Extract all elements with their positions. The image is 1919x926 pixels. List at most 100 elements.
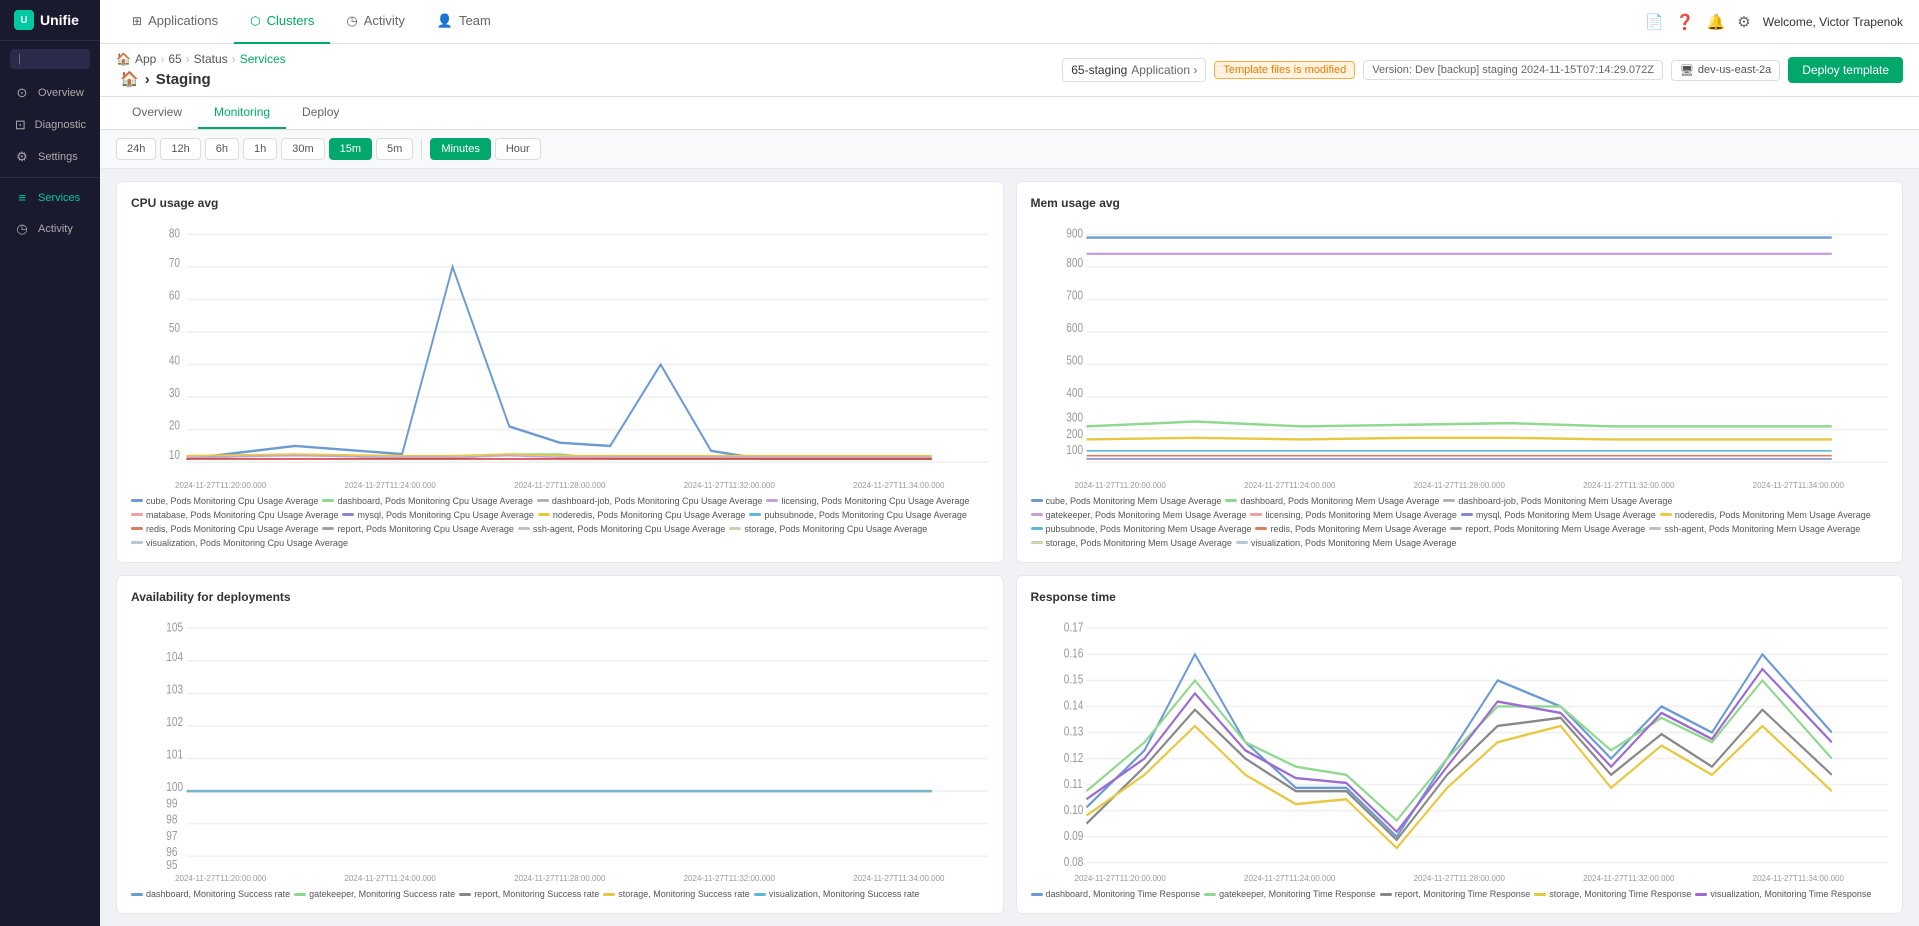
avail-xaxis: 2024-11-27T11:20:00.000 2024-11-27T11:24… bbox=[131, 874, 989, 883]
svg-text:95: 95 bbox=[166, 858, 177, 872]
time-btn-6h[interactable]: 6h bbox=[205, 138, 239, 160]
svg-text:100: 100 bbox=[1066, 443, 1083, 458]
legend-item: matabase, Pods Monitoring Cpu Usage Aver… bbox=[131, 510, 338, 520]
subheader: 🏠 App › 65 › Status › Services 🏠 › Stagi… bbox=[100, 44, 1919, 97]
response-xaxis: 2024-11-27T11:20:00.000 2024-11-27T11:24… bbox=[1031, 874, 1889, 883]
response-chart-card: Response time 0.17 0.16 0.15 0.14 0.13 0… bbox=[1016, 575, 1904, 915]
time-mode-minutes[interactable]: Minutes bbox=[430, 138, 491, 160]
search-input[interactable] bbox=[10, 49, 90, 69]
breadcrumb-app[interactable]: App bbox=[135, 52, 156, 66]
svg-text:70: 70 bbox=[169, 256, 181, 271]
tab-clusters[interactable]: ⬡ Clusters bbox=[234, 0, 330, 44]
cpu-chart-title: CPU usage avg bbox=[131, 196, 989, 210]
legend-item: mysql, Pods Monitoring Cpu Usage Average bbox=[342, 510, 533, 520]
svg-text:0.11: 0.11 bbox=[1063, 776, 1082, 791]
time-btn-30m[interactable]: 30m bbox=[281, 138, 324, 160]
svg-text:20: 20 bbox=[169, 418, 181, 433]
legend-item: dashboard, Pods Monitoring Cpu Usage Ave… bbox=[322, 496, 532, 506]
legend-item: gatekeeper, Monitoring Success rate bbox=[294, 889, 455, 899]
svg-text:103: 103 bbox=[166, 682, 183, 697]
time-btn-1h[interactable]: 1h bbox=[243, 138, 277, 160]
app-logo-icon: U bbox=[14, 10, 34, 30]
cpu-xaxis: 2024-11-27T11:20:00.000 2024-11-27T11:24… bbox=[131, 481, 989, 490]
svg-text:97: 97 bbox=[166, 828, 177, 843]
legend-item: cube, Pods Monitoring Mem Usage Average bbox=[1031, 496, 1222, 506]
tab-deploy[interactable]: Deploy bbox=[286, 97, 355, 129]
tab-team[interactable]: 👤 Team bbox=[421, 0, 507, 44]
legend-item: dashboard, Monitoring Time Response bbox=[1031, 889, 1201, 899]
tab-monitoring[interactable]: Monitoring bbox=[198, 97, 286, 129]
breadcrumb-status[interactable]: Status bbox=[194, 52, 228, 66]
svg-text:800: 800 bbox=[1066, 256, 1083, 271]
legend-item: gatekeeper, Pods Monitoring Mem Usage Av… bbox=[1031, 510, 1247, 520]
topnav-icons: 📄 ❓ 🔔 ⚙ bbox=[1645, 13, 1751, 31]
sidebar-item-activity[interactable]: ◷ Activity bbox=[0, 213, 100, 245]
page-title-area: 🏠 › Staging bbox=[120, 70, 286, 88]
services-icon: ≡ bbox=[14, 190, 30, 205]
sidebar-item-diagnostic[interactable]: ⊡ Diagnostic bbox=[0, 109, 100, 141]
svg-text:0.13: 0.13 bbox=[1063, 724, 1083, 739]
sidebar-item-services-label: Services bbox=[38, 192, 80, 204]
legend-item: storage, Pods Monitoring Cpu Usage Avera… bbox=[729, 524, 927, 534]
sidebar-nav: ⊙ Overview ⊡ Diagnostic ⚙ Settings ≡ Ser… bbox=[0, 77, 100, 926]
legend-item: dashboard-job, Pods Monitoring Mem Usage… bbox=[1443, 496, 1672, 506]
topnav-right-area: 📄 ❓ 🔔 ⚙ Welcome, Victor Trapenok bbox=[1645, 13, 1903, 31]
cpu-chart-card: CPU usage avg 80 70 60 50 40 30 20 10 bbox=[116, 181, 1004, 563]
legend-item: licensing, Pods Monitoring Mem Usage Ave… bbox=[1250, 510, 1456, 520]
availability-chart-area: 105 104 103 102 101 100 99 98 97 96 95 bbox=[131, 612, 989, 873]
tab-applications[interactable]: ⊞ Applications bbox=[116, 0, 234, 44]
availability-chart-legend: dashboard, Monitoring Success rate gatek… bbox=[131, 889, 989, 899]
env-type: Application › bbox=[1131, 63, 1197, 77]
svg-text:0.10: 0.10 bbox=[1063, 802, 1083, 817]
tab-overview[interactable]: Overview bbox=[116, 97, 198, 129]
time-btn-5m[interactable]: 5m bbox=[376, 138, 413, 160]
svg-text:0.15: 0.15 bbox=[1063, 672, 1083, 687]
svg-text:500: 500 bbox=[1066, 353, 1083, 368]
availability-chart-svg: 105 104 103 102 101 100 99 98 97 96 95 bbox=[131, 612, 989, 873]
svg-text:101: 101 bbox=[166, 747, 183, 762]
svg-text:60: 60 bbox=[169, 288, 181, 303]
welcome-text: Welcome, Victor Trapenok bbox=[1763, 15, 1903, 29]
legend-item: gatekeeper, Monitoring Time Response bbox=[1204, 889, 1376, 899]
sidebar-item-overview[interactable]: ⊙ Overview bbox=[0, 77, 100, 109]
time-mode-hour[interactable]: Hour bbox=[495, 138, 541, 160]
svg-text:98: 98 bbox=[166, 812, 177, 827]
mem-chart-card: Mem usage avg 900 800 700 600 500 400 30… bbox=[1016, 181, 1904, 563]
env-name: 65-staging bbox=[1071, 63, 1127, 77]
legend-item: dashboard, Pods Monitoring Mem Usage Ave… bbox=[1225, 496, 1439, 506]
cpu-chart-legend: cube, Pods Monitoring Cpu Usage Average … bbox=[131, 496, 989, 548]
svg-text:0.08: 0.08 bbox=[1063, 854, 1083, 869]
subheader-right: 65-staging Application › Template files … bbox=[1062, 57, 1903, 83]
mem-xaxis: 2024-11-27T11:20:00.000 2024-11-27T11:24… bbox=[1031, 481, 1889, 490]
time-btn-15m[interactable]: 15m bbox=[329, 138, 372, 160]
legend-item: redis, Pods Monitoring Cpu Usage Average bbox=[131, 524, 318, 534]
env-selector[interactable]: 65-staging Application › bbox=[1062, 58, 1206, 82]
svg-text:104: 104 bbox=[166, 649, 183, 664]
question-icon[interactable]: ❓ bbox=[1676, 13, 1695, 31]
template-warning-badge: Template files is modified bbox=[1214, 61, 1355, 79]
page-icon[interactable]: 📄 bbox=[1645, 13, 1664, 31]
svg-text:900: 900 bbox=[1066, 226, 1083, 241]
activity-tab-icon: ◷ bbox=[346, 13, 357, 29]
svg-text:102: 102 bbox=[166, 714, 183, 729]
bell-icon[interactable]: 🔔 bbox=[1707, 13, 1726, 31]
time-btn-24h[interactable]: 24h bbox=[116, 138, 156, 160]
legend-item: mysql, Pods Monitoring Mem Usage Average bbox=[1461, 510, 1656, 520]
legend-item: ssh-agent, Pods Monitoring Mem Usage Ave… bbox=[1649, 524, 1860, 534]
response-chart-title: Response time bbox=[1031, 590, 1889, 604]
svg-text:600: 600 bbox=[1066, 321, 1083, 336]
svg-text:100: 100 bbox=[166, 779, 183, 794]
legend-item: cube, Pods Monitoring Cpu Usage Average bbox=[131, 496, 318, 506]
tab-activity[interactable]: ◷ Activity bbox=[330, 0, 421, 44]
legend-item: report, Monitoring Success rate bbox=[459, 889, 599, 899]
top-navigation: ⊞ Applications ⬡ Clusters ◷ Activity 👤 T… bbox=[100, 0, 1919, 44]
time-btn-12h[interactable]: 12h bbox=[160, 138, 200, 160]
mem-chart-title: Mem usage avg bbox=[1031, 196, 1889, 210]
sidebar-item-services[interactable]: ≡ Services bbox=[0, 182, 100, 213]
sidebar-item-settings[interactable]: ⚙ Settings bbox=[0, 141, 100, 173]
gear-icon[interactable]: ⚙ bbox=[1737, 13, 1750, 31]
mem-chart-svg: 900 800 700 600 500 400 300 200 100 bbox=[1031, 218, 1889, 479]
breadcrumb-65[interactable]: 65 bbox=[168, 52, 181, 66]
chevron-right-icon: › bbox=[145, 71, 150, 88]
deploy-template-button[interactable]: Deploy template bbox=[1788, 57, 1903, 83]
